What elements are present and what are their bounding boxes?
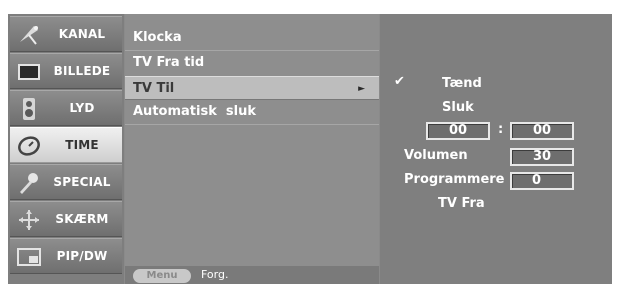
- sidebar-item-skaerm[interactable]: SKÆRM: [10, 201, 122, 237]
- sidebar-item-lyd[interactable]: LYD: [10, 90, 122, 126]
- osd-window: KANAL BILLEDE LYD TIME SPECIAL SKÆRM PIP…: [8, 14, 612, 284]
- sidebar-item-label: TIME: [65, 138, 99, 152]
- option-sluk[interactable]: Sluk: [442, 100, 474, 115]
- menu-item-label: Klocka: [133, 30, 182, 45]
- menu-item-automatisk-sluk[interactable]: Automatisk sluk: [125, 100, 379, 124]
- sidebar-item-label: LYD: [69, 101, 95, 115]
- previous-hint: Forg.: [201, 268, 229, 281]
- special-tool-icon: [20, 173, 38, 194]
- sidebar-item-label: PIP/DW: [56, 249, 108, 263]
- option-tv-fra[interactable]: TV Fra: [438, 196, 485, 211]
- sidebar-item-special[interactable]: SPECIAL: [10, 164, 122, 200]
- menu-item-klocka[interactable]: Klocka: [125, 26, 379, 50]
- sidebar-item-label: SPECIAL: [53, 175, 111, 189]
- menu-item-label: Automatisk sluk: [133, 104, 256, 119]
- right-arrow-icon: ►: [358, 84, 365, 94]
- antenna-icon: [20, 26, 38, 45]
- tv-screen-icon: [18, 64, 40, 80]
- sidebar-item-label: BILLEDE: [53, 64, 111, 78]
- category-sidebar: KANAL BILLEDE LYD TIME SPECIAL SKÆRM PIP…: [8, 14, 124, 284]
- menu-item-label: TV Fra tid: [133, 55, 205, 70]
- volume-label: Volumen: [404, 148, 468, 163]
- checkmark-icon: ✔: [394, 74, 405, 89]
- menu-footer: Menu Forg.: [125, 266, 379, 284]
- tv-til-settings-panel: ✔ Tænd Sluk 00 : 00 Volumen 30 Programme…: [380, 14, 612, 284]
- menu-divider: [125, 124, 379, 125]
- sidebar-item-billede[interactable]: BILLEDE: [10, 53, 122, 89]
- sidebar-item-kanal[interactable]: KANAL: [10, 16, 122, 52]
- programme-field[interactable]: 0: [510, 172, 574, 190]
- minute-field[interactable]: 00: [510, 122, 574, 140]
- speaker-icon: [23, 98, 35, 120]
- option-taend[interactable]: Tænd: [442, 76, 482, 91]
- sidebar-item-label: SKÆRM: [55, 212, 109, 226]
- menu-item-tv-til[interactable]: TV Til ►: [125, 76, 379, 100]
- sidebar-item-time[interactable]: TIME: [10, 127, 122, 163]
- programme-label: Programmere: [404, 172, 505, 187]
- menu-item-tv-fra-tid[interactable]: TV Fra tid: [125, 51, 379, 75]
- pip-icon: [17, 248, 41, 266]
- menu-item-label: TV Til: [133, 81, 175, 96]
- sidebar-item-label: KANAL: [58, 27, 106, 41]
- volume-field[interactable]: 30: [510, 148, 574, 166]
- sidebar-item-pip-dw[interactable]: PIP/DW: [10, 238, 122, 274]
- hour-field[interactable]: 00: [426, 122, 490, 140]
- time-separator: :: [498, 122, 504, 137]
- time-submenu: Klocka TV Fra tid TV Til ► Automatisk sl…: [125, 14, 379, 284]
- clock-icon: [18, 136, 40, 156]
- menu-button[interactable]: Menu: [133, 269, 191, 283]
- screen-adjust-icon: [19, 210, 39, 230]
